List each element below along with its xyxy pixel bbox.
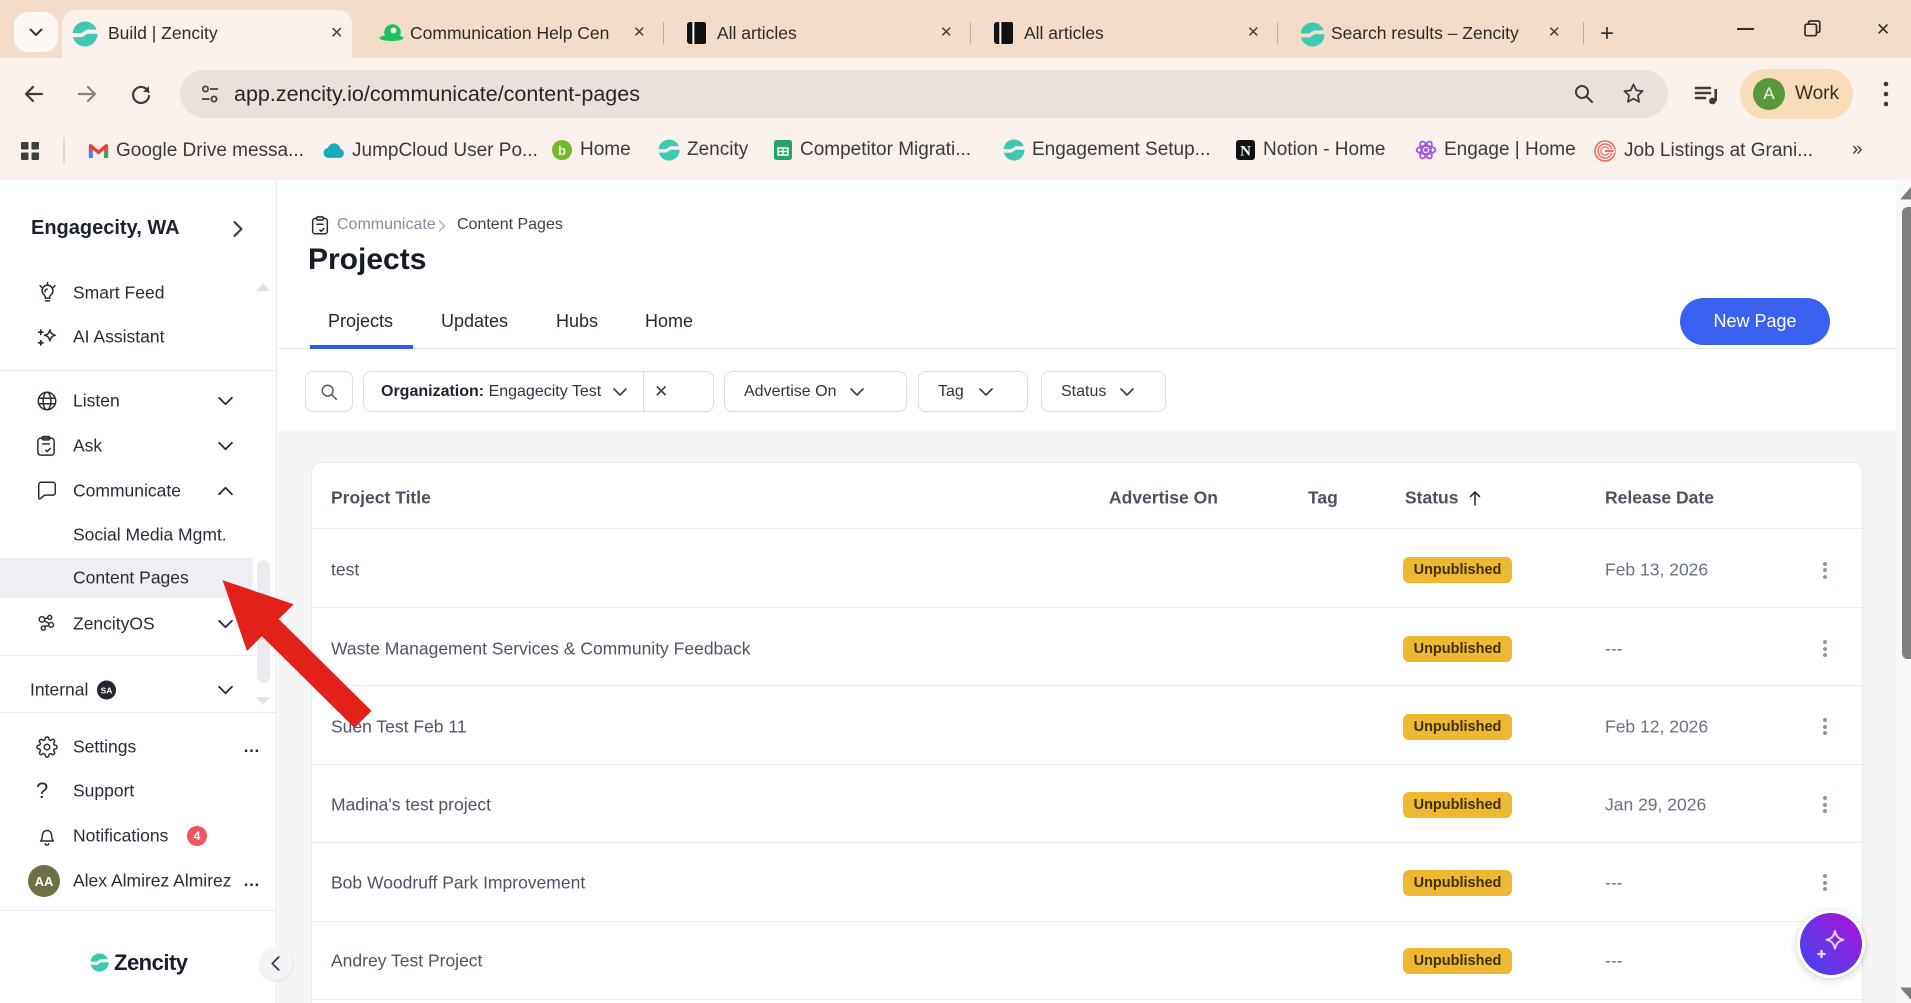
svg-text:N: N	[1240, 144, 1251, 160]
svg-text:b: b	[558, 143, 566, 158]
